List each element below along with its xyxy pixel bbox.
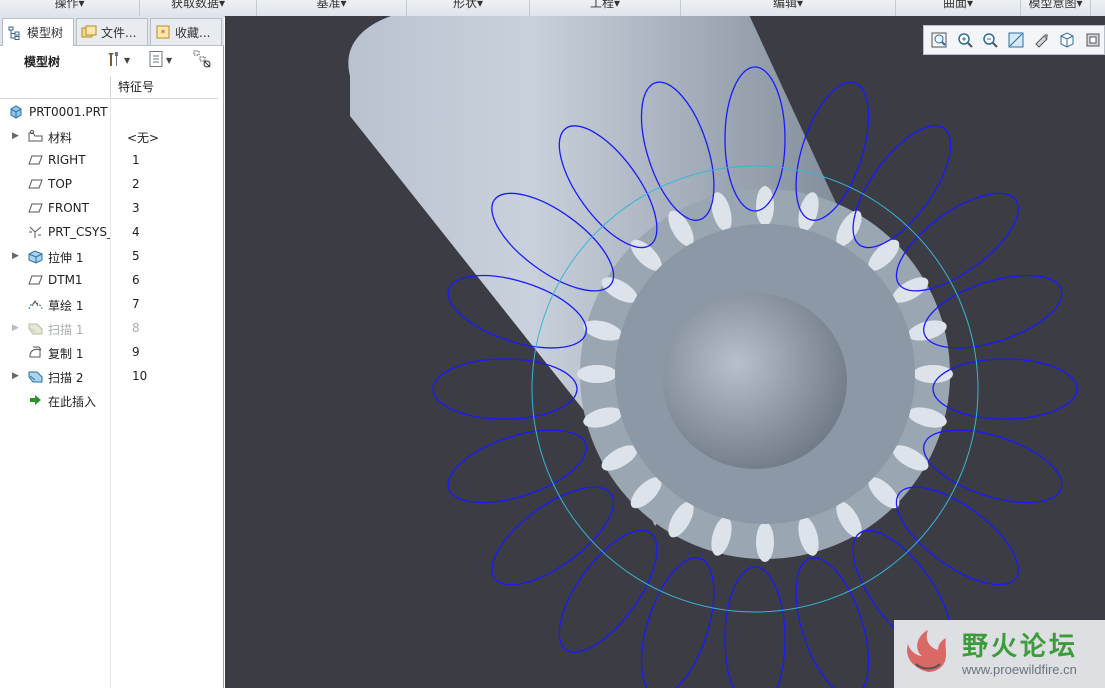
tree-item-csys[interactable]: PRT_CSYS_ 4 [0, 220, 218, 244]
model-view [348, 16, 1078, 688]
tree-item-top[interactable]: TOP 2 [0, 172, 218, 196]
watermark-title: 野火论坛 [962, 632, 1079, 662]
helix-loop [432, 358, 578, 420]
model-tree-title: 模型树 [24, 55, 61, 69]
ribbon-group-editing[interactable]: 编辑▾ [681, 0, 896, 16]
sweep-icon [27, 368, 44, 384]
material-icon [27, 128, 44, 144]
datum-plane-icon [27, 200, 44, 216]
ribbon-group-shapes[interactable]: 形状▾ [407, 0, 530, 16]
spin-center-icon[interactable] [1031, 29, 1053, 51]
helix-loop [491, 486, 615, 586]
model-tree-toolbar: 模型树 ▼ ▼ [0, 46, 222, 74]
favorites-icon: * [155, 24, 171, 40]
helix-loop [724, 566, 786, 688]
expand-arrow-icon[interactable]: ▶ [12, 250, 20, 262]
insert-here-icon [27, 392, 44, 408]
helix-loop [795, 557, 870, 688]
saved-views-icon[interactable] [1057, 29, 1079, 51]
graphics-window[interactable] [225, 16, 1105, 688]
chevron-down-icon: ▼ [124, 55, 131, 65]
gear-tooth [913, 365, 953, 383]
tree-item-extrude-1[interactable]: ▶ 拉伸 1 5 [0, 244, 218, 268]
tree-item-material[interactable]: ▶ 材料 <无> [0, 124, 218, 148]
tools-icon [104, 50, 122, 71]
tab-favorites[interactable]: * 收藏... [150, 18, 222, 45]
tree-item-dtm1[interactable]: DTM1 6 [0, 268, 218, 292]
expand-arrow-icon[interactable]: ▶ [12, 130, 20, 142]
tree-item-sweep-1[interactable]: ▶ 扫描 1 8 [0, 316, 218, 340]
navigator-tabs: 模型树 文件... * 收藏... [0, 16, 224, 46]
tree-item-sketch-1[interactable]: 草绘 1 7 [0, 292, 218, 316]
datum-plane-icon [27, 176, 44, 192]
model-tree: PRT0001.PRT ▶ 材料 <无> RIGHT 1 TOP 2 FRONT… [0, 100, 218, 412]
ribbon-group-model-intent[interactable]: 模型意图▾ [1021, 0, 1091, 16]
tree-item-front[interactable]: FRONT 3 [0, 196, 218, 220]
ribbon-bar: 操作▾ 获取数据▾ 基准▾ 形状▾ 工程▾ 编辑▾ 曲面▾ 模型意图▾ [0, 0, 1105, 17]
watermark-logo-icon [906, 630, 946, 672]
extrude-icon [27, 248, 44, 264]
helix-loop [895, 486, 1019, 586]
tab-model-tree[interactable]: 模型树 [2, 18, 74, 46]
helix-loop [558, 529, 658, 653]
chevron-down-icon: ▼ [166, 55, 173, 65]
helix-loop [447, 429, 587, 504]
navigator-panel: 模型树 文件... * 收藏... 模型树 ▼ ▼ 特征号 PRT0001.PR… [0, 16, 224, 688]
ribbon-group-engineering[interactable]: 工程▾ [530, 0, 681, 16]
ribbon-group-datum[interactable]: 基准▾ [257, 0, 407, 16]
zoom-out-icon[interactable] [979, 29, 1001, 51]
folder-browser-icon [81, 24, 97, 40]
tree-settings-button[interactable]: ▼ [104, 50, 130, 70]
tree-root[interactable]: PRT0001.PRT [0, 100, 218, 124]
helix-loop [852, 125, 952, 249]
ribbon-group-operations[interactable]: 操作▾ [0, 0, 140, 16]
tree-item-right[interactable]: RIGHT 1 [0, 148, 218, 172]
helix-loop [932, 358, 1078, 420]
sweep-icon [27, 320, 44, 336]
copy-icon [27, 344, 44, 360]
expand-arrow-icon[interactable]: ▶ [12, 370, 20, 382]
helix-loop [895, 192, 1019, 292]
forum-watermark: 野火论坛 www.proewildfire.cn [894, 620, 1105, 688]
ribbon-group-get-data[interactable]: 获取数据▾ [140, 0, 257, 16]
center-bore [663, 293, 847, 469]
watermark-url: www.proewildfire.cn [962, 662, 1077, 677]
datum-plane-icon [27, 272, 44, 288]
refit-icon[interactable] [928, 29, 950, 51]
gear-tooth [577, 365, 617, 383]
tree-item-insert-here[interactable]: 在此插入 [0, 388, 218, 412]
tab-folder-browser[interactable]: 文件... [76, 18, 148, 45]
csys-icon [27, 224, 44, 240]
list-icon [148, 50, 164, 71]
ribbon-group-surfaces[interactable]: 曲面▾ [896, 0, 1021, 16]
tree-column-header: 特征号 [0, 76, 218, 99]
tree-item-copy-1[interactable]: 复制 1 9 [0, 340, 218, 364]
tree-columns-button[interactable]: ▼ [148, 50, 172, 70]
part-icon [8, 104, 25, 120]
svg-text:*: * [161, 29, 166, 39]
gear-tooth [756, 186, 774, 226]
tree-item-sweep-2[interactable]: ▶ 扫描 2 10 [0, 364, 218, 388]
model-tree-icon [7, 25, 23, 41]
expand-arrow-icon[interactable]: ▶ [12, 322, 20, 334]
column-feature-id[interactable]: 特征号 [110, 76, 154, 98]
datum-plane-icon [27, 152, 44, 168]
display-style-icon[interactable] [1082, 29, 1104, 51]
tree-filter-icon [192, 49, 212, 72]
zoom-in-icon[interactable] [954, 29, 976, 51]
gear-tooth [756, 522, 774, 562]
sketch-icon [27, 296, 44, 312]
repaint-icon[interactable] [1005, 29, 1027, 51]
view-toolbar [923, 25, 1105, 55]
tree-filter-button[interactable] [192, 50, 212, 70]
helix-loop [640, 557, 715, 688]
